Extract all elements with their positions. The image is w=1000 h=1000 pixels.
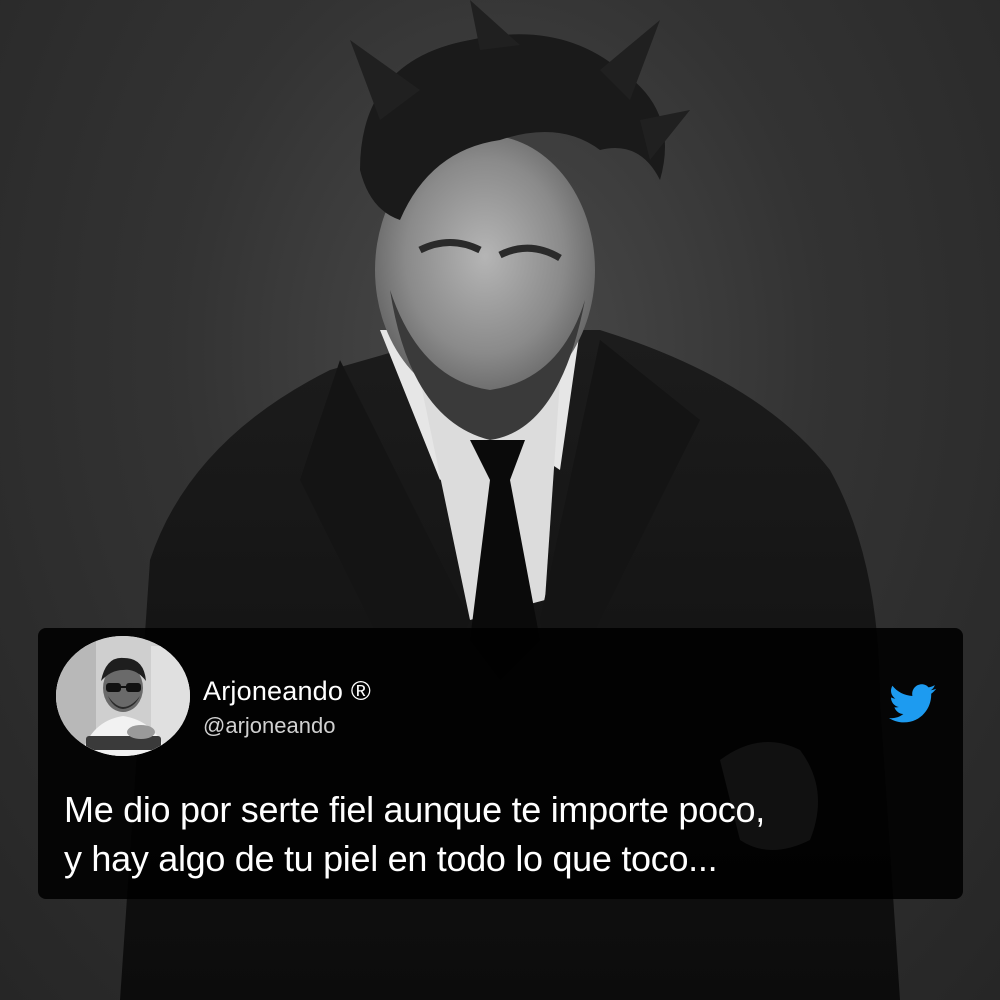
tweet-text: Me dio por serte fiel aunque te importe … (64, 785, 944, 883)
avatar[interactable] (56, 636, 190, 756)
tweet-text-line: y hay algo de tu piel en todo lo que toc… (64, 838, 718, 879)
tweet-card: Arjoneando ® @arjoneando Me dio por sert… (38, 628, 963, 899)
user-handle[interactable]: @arjoneando (203, 713, 335, 739)
tweet-text-line: Me dio por serte fiel aunque te importe … (64, 789, 765, 830)
tweet-graphic: Arjoneando ® @arjoneando Me dio por sert… (0, 0, 1000, 1000)
avatar-photo-icon (56, 636, 190, 756)
display-name[interactable]: Arjoneando ® (203, 676, 371, 707)
twitter-bird-icon (889, 684, 937, 723)
